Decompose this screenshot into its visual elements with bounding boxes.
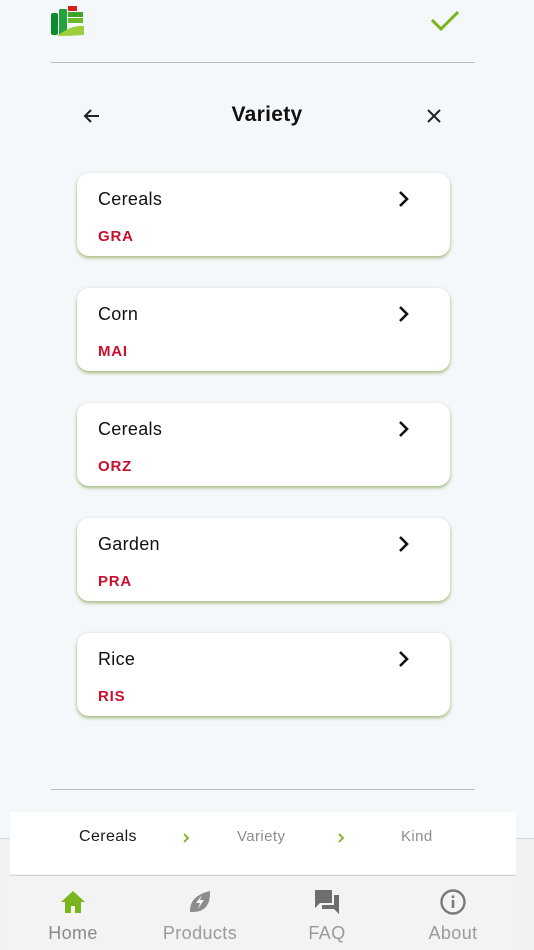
breadcrumb-item-variety[interactable]: Variety xyxy=(237,828,285,845)
nav-about-label: About xyxy=(428,923,478,943)
close-icon[interactable] xyxy=(424,106,444,126)
nav-products-label: Products xyxy=(162,923,238,943)
item-name: Rice xyxy=(98,649,136,669)
screen: Variety Cereals GRA Corn MAI Cereals ORZ xyxy=(0,0,534,950)
chevron-right-icon xyxy=(338,833,345,843)
breadcrumb-item-kind[interactable]: Kind xyxy=(401,828,433,845)
chevron-right-icon xyxy=(399,536,409,552)
brand-logo-icon xyxy=(51,6,84,36)
leaf-bolt-icon xyxy=(189,891,211,912)
list-item[interactable]: Corn MAI xyxy=(77,288,450,371)
chat-bubbles-icon xyxy=(315,890,339,914)
breadcrumb: Cereals Variety Kind xyxy=(10,812,516,874)
item-name: Cereals xyxy=(98,189,163,209)
nav-products[interactable]: Products xyxy=(145,887,255,944)
item-name: Corn xyxy=(98,304,139,324)
chevron-right-icon xyxy=(399,421,409,437)
page-title: Variety xyxy=(231,103,303,126)
breadcrumb-item-cereals[interactable]: Cereals xyxy=(79,828,137,846)
nav-faq-label: FAQ xyxy=(308,923,346,943)
header-divider xyxy=(51,62,475,63)
item-code: RIS xyxy=(98,688,126,705)
list-item[interactable]: Cereals GRA xyxy=(77,173,450,256)
item-code: PRA xyxy=(98,573,133,590)
list-item[interactable]: Garden PRA xyxy=(77,518,450,601)
item-code: ORZ xyxy=(98,458,133,475)
chevron-right-icon xyxy=(399,651,409,667)
list-item[interactable]: Rice RIS xyxy=(77,633,450,716)
list-divider xyxy=(51,789,475,790)
info-icon xyxy=(440,889,466,915)
item-code: MAI xyxy=(98,343,128,360)
variety-list: Cereals GRA Corn MAI Cereals ORZ Garden xyxy=(77,173,450,748)
item-name: Cereals xyxy=(98,419,163,439)
item-name: Garden xyxy=(98,534,160,554)
item-code: GRA xyxy=(98,228,134,245)
check-icon[interactable] xyxy=(430,8,460,34)
chevron-right-icon xyxy=(399,191,409,207)
nav-about[interactable]: About xyxy=(398,887,508,944)
nav-home[interactable]: Home xyxy=(18,887,128,944)
list-item[interactable]: Cereals ORZ xyxy=(77,403,450,486)
chevron-right-icon xyxy=(399,306,409,322)
chevron-right-icon xyxy=(183,833,190,843)
nav-home-label: Home xyxy=(48,923,98,943)
home-icon xyxy=(61,891,85,913)
nav-faq[interactable]: FAQ xyxy=(272,887,382,944)
